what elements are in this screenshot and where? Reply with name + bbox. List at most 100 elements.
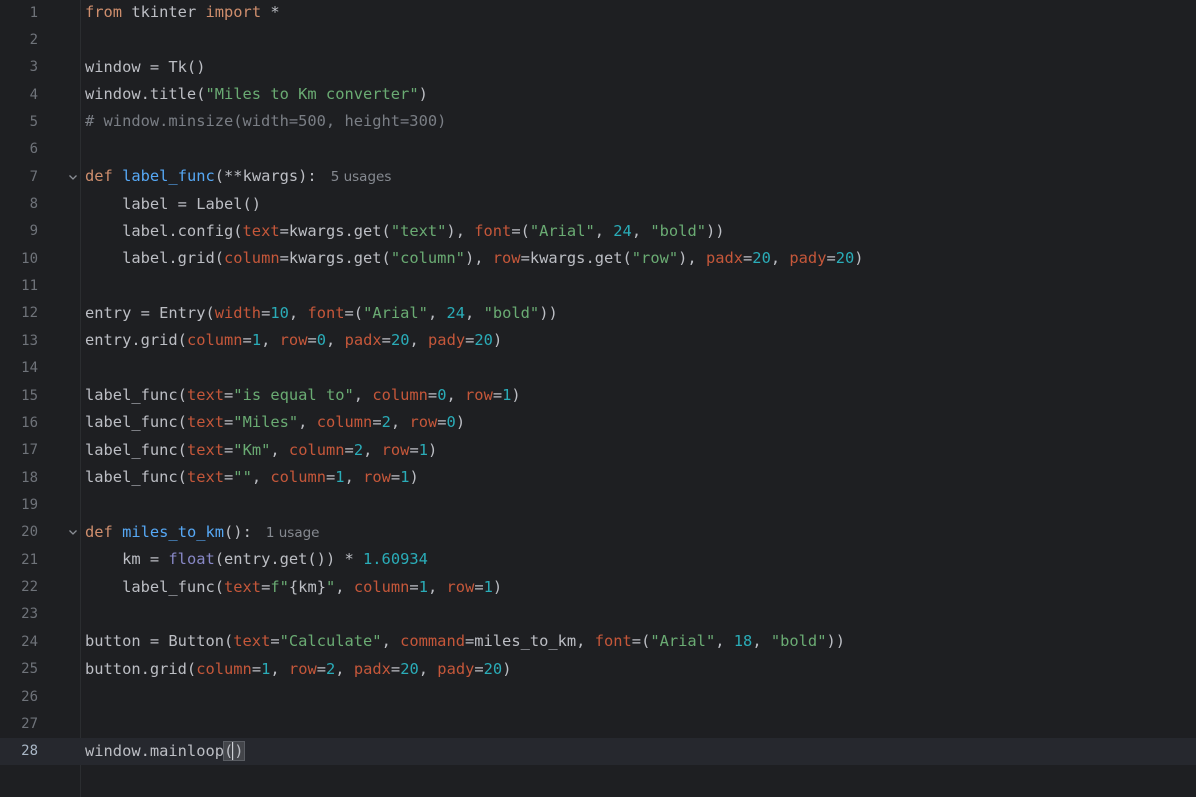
line-row[interactable]: 19 <box>0 491 1196 518</box>
param-name: pady <box>437 659 475 678</box>
number-literal: 10 <box>270 303 289 322</box>
code-line[interactable]: def miles_to_km(): 1 usage <box>85 519 319 547</box>
code-line[interactable]: window.title("Miles to Km converter") <box>85 81 428 108</box>
param-name: pady <box>428 331 466 350</box>
string-literal: "Calculate" <box>279 632 382 651</box>
code-text: , <box>752 632 771 651</box>
code-line[interactable]: label.grid(column=kwargs.get("column"), … <box>85 245 864 272</box>
line-number: 12 <box>21 305 38 322</box>
code-text: ) <box>492 577 503 596</box>
fold-chevron-icon[interactable] <box>68 163 78 190</box>
code-text: , <box>427 577 447 596</box>
code-text: = <box>826 249 836 268</box>
code-text: = <box>242 331 252 350</box>
code-text: , <box>446 386 466 405</box>
code-text: label_func( <box>85 413 187 432</box>
line-number: 20 <box>21 524 38 541</box>
string-literal: " <box>325 577 336 596</box>
code-text: , <box>409 331 429 350</box>
code-line-comment[interactable]: # window.minsize(width=500, height=300) <box>85 108 446 135</box>
line-row[interactable]: 2 <box>0 26 1196 53</box>
code-text: (**kwargs): <box>214 167 317 186</box>
code-line[interactable]: entry = Entry(width=10, font=("Arial", 2… <box>85 300 558 327</box>
code-line[interactable]: from tkinter import * <box>85 0 280 26</box>
code-text: = <box>224 386 234 405</box>
param-name: font <box>594 632 632 651</box>
string-literal: "text" <box>390 221 447 240</box>
param-name: font <box>474 221 512 240</box>
code-text: ), <box>464 249 493 268</box>
line-row[interactable]: 11 <box>0 273 1196 300</box>
string-literal: "Arial" <box>363 303 428 322</box>
code-line[interactable]: label_func(text="", column=1, row=1) <box>85 464 419 491</box>
param-name: column <box>288 440 345 459</box>
code-text: , <box>335 659 354 678</box>
line-number: 23 <box>21 606 38 623</box>
fold-chevron-icon[interactable] <box>68 519 78 546</box>
string-literal: "is equal to" <box>233 386 354 405</box>
line-row[interactable]: 27 <box>0 710 1196 737</box>
code-line[interactable]: window = Tk() <box>85 54 205 81</box>
param-name: row <box>492 249 521 268</box>
code-line[interactable]: label = Label() <box>85 191 261 218</box>
code-text: ) <box>418 85 428 104</box>
code-line[interactable]: label_func(text="Miles", column=2, row=0… <box>85 409 465 436</box>
code-editor[interactable]: 1 2 3 4 5 6 7 8 9 10 11 12 13 14 15 16 17 18 19 20 21 22 23 24 2… <box>0 0 1196 797</box>
code-text: , <box>427 303 447 322</box>
line-number: 10 <box>21 250 38 267</box>
code-line[interactable]: km = float(entry.get()) * 1.60934 <box>85 546 428 573</box>
number-literal: 1 <box>483 577 493 596</box>
param-name: command <box>400 632 465 651</box>
code-text: = <box>437 413 447 432</box>
code-text: , <box>353 386 373 405</box>
line-number: 24 <box>21 633 38 650</box>
usages-hint[interactable]: 1 usage <box>266 525 320 541</box>
number-literal: 0 <box>446 413 456 432</box>
param-name: row <box>409 413 438 432</box>
keyword: def <box>85 167 113 186</box>
code-line[interactable]: entry.grid(column=1, row=0, padx=20, pad… <box>85 327 502 354</box>
code-line[interactable]: label_func(text="Km", column=2, row=1) <box>85 437 437 464</box>
param-name: width <box>214 303 262 322</box>
code-text: )) <box>705 221 725 240</box>
line-row[interactable]: 14 <box>0 355 1196 382</box>
number-literal: 20 <box>400 659 419 678</box>
module-name: tkinter <box>122 3 206 21</box>
line-row[interactable]: 26 <box>0 683 1196 710</box>
code-text: = <box>224 468 234 487</box>
code-text: window.title( <box>85 85 206 104</box>
code-text: window = Tk() <box>85 57 206 76</box>
code-line[interactable]: label_func(text=f"{km}", column=1, row=1… <box>85 574 502 601</box>
code-line-current[interactable]: window.mainloop() <box>85 738 245 765</box>
param-name: font <box>307 303 345 322</box>
code-line[interactable]: button.grid(column=1, row=2, padx=20, pa… <box>85 656 511 683</box>
code-line[interactable]: button = Button(text="Calculate", comman… <box>85 628 845 655</box>
line-number: 4 <box>29 86 38 103</box>
number-literal: 0 <box>316 331 327 350</box>
line-row[interactable]: 6 <box>0 136 1196 163</box>
code-text: =kwargs.get( <box>279 221 391 240</box>
code-line[interactable]: label_func(text="is equal to", column=0,… <box>85 382 521 409</box>
code-line[interactable]: def label_func(**kwargs): 5 usages <box>85 163 391 191</box>
line-number: 27 <box>21 715 38 732</box>
code-line[interactable]: label.config(text=kwargs.get("text"), fo… <box>85 218 725 245</box>
code-text: , <box>270 659 289 678</box>
code-text: ) <box>409 468 419 487</box>
param-name: row <box>465 386 493 405</box>
code-text: label = Label() <box>85 194 262 213</box>
code-text: = <box>316 659 327 678</box>
code-text: =( <box>344 303 364 322</box>
line-row[interactable]: 23 <box>0 601 1196 628</box>
line-number: 21 <box>21 551 38 568</box>
code-text: = <box>270 632 280 651</box>
code-text: ) <box>455 413 466 432</box>
code-text: = <box>492 386 503 405</box>
number-literal: 1 <box>418 577 428 596</box>
code-text: = <box>474 577 484 596</box>
usages-hint[interactable]: 5 usages <box>331 169 392 185</box>
param-name: row <box>279 331 308 350</box>
code-text: = <box>427 386 438 405</box>
line-number: 26 <box>21 688 38 705</box>
number-literal: 24 <box>613 221 632 240</box>
code-text: , <box>594 221 614 240</box>
